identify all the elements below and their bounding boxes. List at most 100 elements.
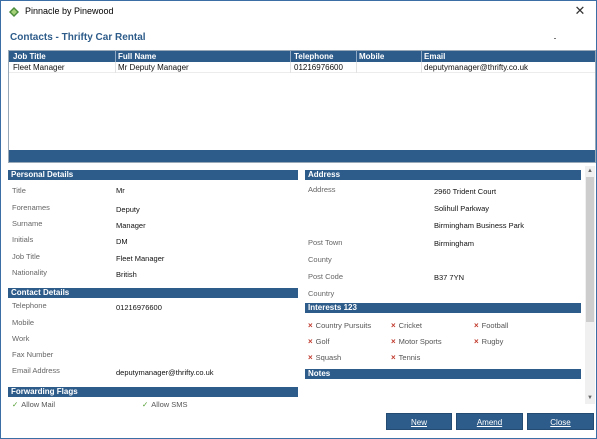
interest-rugby: × Rugby [474,337,503,346]
personal-details-header: Personal Details [8,170,298,180]
country-label: Country [308,289,335,298]
interest-label: Cricket [398,321,423,330]
allow-sms-label: Allow SMS [151,400,188,409]
cell-email: deputymanager@thrifty.co.uk [424,63,529,72]
title-label: Title [12,186,26,195]
initials-value: DM [116,237,128,246]
fax-number-label: Fax Number [12,350,54,359]
work-label: Work [12,334,30,343]
column-header-mobile[interactable]: Mobile [359,52,384,61]
forenames-label: Forenames [12,203,50,212]
column-divider[interactable] [290,51,291,62]
initials-label: Initials [12,235,34,244]
post-town-label: Post Town [308,238,343,247]
mobile-label: Mobile [12,318,35,327]
x-mark-icon: × [391,337,396,346]
column-header-email[interactable]: Email [424,52,445,61]
column-divider[interactable] [356,51,357,62]
cell-job-title: Fleet Manager [13,63,65,72]
notes-header: Notes [305,369,581,379]
interest-label: Country Pursuits [315,321,372,330]
address-line-2: Solihull Parkway [434,204,490,213]
nationality-value: British [116,270,137,279]
close-icon[interactable]: ✕ [572,3,588,19]
interest-country-pursuits: × Country Pursuits [308,321,371,330]
address-label: Address [308,185,336,194]
x-mark-icon: × [474,337,479,346]
post-town-value: Birmingham [434,239,475,248]
interest-squash: × Squash [308,353,341,362]
x-mark-icon: × [391,321,396,330]
forenames-value: Deputy [116,205,140,214]
address-line-3: Birmingham Business Park [434,221,525,230]
column-divider[interactable] [115,51,116,62]
email-address-value: deputymanager@thrifty.co.uk [116,368,214,377]
interest-golf: × Golf [308,337,329,346]
interest-label: Tennis [398,353,421,362]
post-code-value: B37 7YN [434,273,465,282]
title-value: Mr [116,186,125,195]
amend-button[interactable]: Amend [456,413,523,430]
amend-button-label: Amend [476,418,503,427]
checkmark-icon: ✓ [12,400,19,409]
surname-value: Manager [116,221,146,230]
contact-details-header: Contact Details [8,288,298,298]
interest-cricket: × Cricket [391,321,422,330]
telephone-label: Telephone [12,301,47,310]
cell-telephone: 01216976600 [294,63,343,72]
contacts-window: Pinnacle by Pinewood ✕ Contacts - Thrift… [0,0,597,439]
x-mark-icon: × [474,321,479,330]
column-header-telephone[interactable]: Telephone [294,52,333,61]
job-title-label: Job Title [12,252,40,261]
grid-footer [9,150,595,162]
vertical-scrollbar[interactable]: ▲ ▼ [585,166,595,404]
forwarding-flags-header: Forwarding Flags [8,387,298,397]
county-label: County [308,255,332,264]
interest-football: × Football [474,321,508,330]
address-header: Address [305,170,581,180]
allow-sms-flag: ✓ Allow SMS [142,400,188,409]
new-button[interactable]: New [386,413,452,430]
allow-mail-flag: ✓ Allow Mail [12,400,55,409]
interest-tennis: × Tennis [391,353,420,362]
interest-label: Motor Sports [398,337,442,346]
nationality-label: Nationality [12,268,48,277]
column-header-job-title[interactable]: Job Title [13,52,46,61]
window-title: Pinnacle by Pinewood [25,6,114,16]
scroll-down-icon[interactable]: ▼ [585,393,595,403]
post-code-label: Post Code [308,272,344,281]
interest-label: Squash [315,353,342,362]
cell-divider [356,62,357,73]
x-mark-icon: × [391,353,396,362]
column-divider[interactable] [421,51,422,62]
contacts-grid[interactable]: Job Title Full Name Telephone Mobile Ema… [8,50,596,163]
job-title-value: Fleet Manager [116,254,165,263]
cell-divider [115,62,116,73]
cell-divider [290,62,291,73]
scrollbar-thumb[interactable] [586,177,594,322]
interest-motor-sports: × Motor Sports [391,337,442,346]
surname-label: Surname [12,219,43,228]
scroll-up-icon[interactable]: ▲ [585,166,595,176]
x-mark-icon: × [308,353,313,362]
interest-label: Rugby [481,337,504,346]
close-button[interactable]: Close [527,413,594,430]
email-address-label: Email Address [12,366,60,375]
address-line-1: 2960 Trident Court [434,187,497,196]
new-button-label: New [410,418,427,427]
checkmark-icon: ✓ [142,400,149,409]
table-row[interactable]: Fleet Manager Mr Deputy Manager 01216976… [9,62,595,73]
column-header-full-name[interactable]: Full Name [118,52,156,61]
interest-label: Golf [315,337,330,346]
divider-dot [554,38,556,39]
page-title: Contacts - Thrifty Car Rental [10,32,146,43]
close-button-label: Close [550,418,571,427]
interest-label: Football [481,321,509,330]
x-mark-icon: × [308,321,313,330]
grid-header: Job Title Full Name Telephone Mobile Ema… [9,51,595,62]
telephone-value: 01216976600 [116,303,162,312]
pinnacle-app-icon [9,7,19,17]
allow-mail-label: Allow Mail [21,400,56,409]
cell-divider [421,62,422,73]
x-mark-icon: × [308,337,313,346]
